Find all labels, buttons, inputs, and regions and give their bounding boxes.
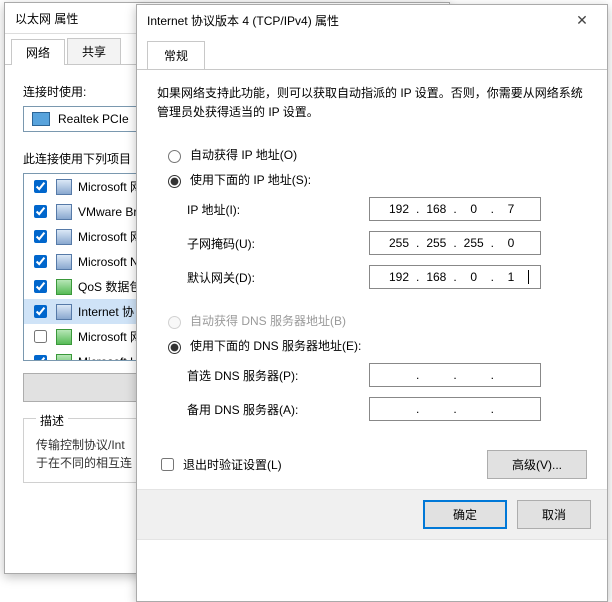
ipv4-title: Internet 协议版本 4 (TCP/IPv4) 属性	[147, 12, 339, 29]
cancel-button[interactable]: 取消	[517, 500, 591, 529]
ipv4-tabs: 常规	[137, 35, 607, 70]
close-icon[interactable]: ✕	[563, 8, 601, 32]
radio-auto-ip-input[interactable]	[168, 150, 181, 163]
list-item-label: Microsoft 网	[78, 228, 142, 245]
service-icon	[56, 204, 72, 220]
dns1-field[interactable]: ...	[369, 363, 541, 387]
service-icon	[56, 179, 72, 195]
list-item-checkbox[interactable]	[34, 280, 47, 293]
service-icon	[56, 229, 72, 245]
advanced-button[interactable]: 高级(V)...	[487, 450, 587, 479]
radio-manual-ip-input[interactable]	[168, 175, 181, 188]
list-item-checkbox[interactable]	[34, 205, 47, 218]
radio-manual-dns-input[interactable]	[168, 341, 181, 354]
list-item-label: Microsoft 网	[78, 328, 142, 345]
list-item-checkbox[interactable]	[34, 180, 47, 193]
service-icon	[56, 329, 72, 345]
gateway-label: 默认网关(D):	[187, 269, 369, 286]
radio-auto-dns: 自动获得 DNS 服务器地址(B)	[163, 308, 587, 333]
dns1-label: 首选 DNS 服务器(P):	[187, 367, 369, 384]
list-item-label: Microsoft L	[78, 355, 137, 362]
list-item-checkbox[interactable]	[34, 230, 47, 243]
nic-icon	[32, 112, 50, 126]
ipv4-footer: 确定 取消	[137, 489, 607, 540]
dns-mode-group: 自动获得 DNS 服务器地址(B) 使用下面的 DNS 服务器地址(E): 首选…	[157, 306, 587, 428]
list-item-label: VMware Br	[78, 205, 137, 219]
ok-button[interactable]: 确定	[423, 500, 507, 529]
dns2-label: 备用 DNS 服务器(A):	[187, 401, 369, 418]
service-icon	[56, 304, 72, 320]
tab-general[interactable]: 常规	[147, 41, 205, 69]
list-item-label: Microsoft 网	[78, 178, 142, 195]
tab-share[interactable]: 共享	[67, 38, 121, 64]
service-icon	[56, 279, 72, 295]
tab-network[interactable]: 网络	[11, 39, 65, 65]
list-item-label: Internet 协	[78, 303, 134, 320]
ip-address-label: IP 地址(I):	[187, 201, 369, 218]
list-item-checkbox[interactable]	[34, 255, 47, 268]
radio-auto-ip[interactable]: 自动获得 IP 地址(O)	[163, 142, 587, 167]
ethernet-title: 以太网 属性	[15, 10, 78, 27]
ip-address-field[interactable]: 192.168.0.7	[369, 197, 541, 221]
ipv4-properties-window: Internet 协议版本 4 (TCP/IPv4) 属性 ✕ 常规 如果网络支…	[136, 4, 608, 602]
gateway-field[interactable]: 192.168.0.1	[369, 265, 541, 289]
dns2-field[interactable]: ...	[369, 397, 541, 421]
list-item-checkbox[interactable]	[34, 355, 47, 361]
description-header: 描述	[36, 412, 68, 429]
ipv4-hint: 如果网络支持此功能，则可以获取自动指派的 IP 设置。否则，你需要从网络系统管理…	[157, 84, 587, 122]
list-item-checkbox[interactable]	[34, 305, 47, 318]
validate-on-exit-checkbox[interactable]	[161, 458, 174, 471]
list-item-label: QoS 数据包	[78, 278, 141, 295]
ip-mode-group: 自动获得 IP 地址(O) 使用下面的 IP 地址(S): IP 地址(I): …	[157, 140, 587, 296]
service-icon	[56, 254, 72, 270]
validate-on-exit[interactable]: 退出时验证设置(L)	[157, 455, 282, 474]
radio-manual-ip[interactable]: 使用下面的 IP 地址(S):	[163, 167, 587, 192]
adapter-name: Realtek PCIe	[58, 112, 129, 126]
subnet-mask-label: 子网掩码(U):	[187, 235, 369, 252]
list-item-checkbox[interactable]	[34, 330, 47, 343]
subnet-mask-field[interactable]: 255.255.255.0	[369, 231, 541, 255]
service-icon	[56, 354, 72, 362]
radio-manual-dns[interactable]: 使用下面的 DNS 服务器地址(E):	[163, 333, 587, 358]
list-item-label: Microsoft N	[78, 255, 139, 269]
ipv4-titlebar: Internet 协议版本 4 (TCP/IPv4) 属性 ✕	[137, 5, 607, 35]
radio-auto-dns-input	[168, 316, 181, 329]
